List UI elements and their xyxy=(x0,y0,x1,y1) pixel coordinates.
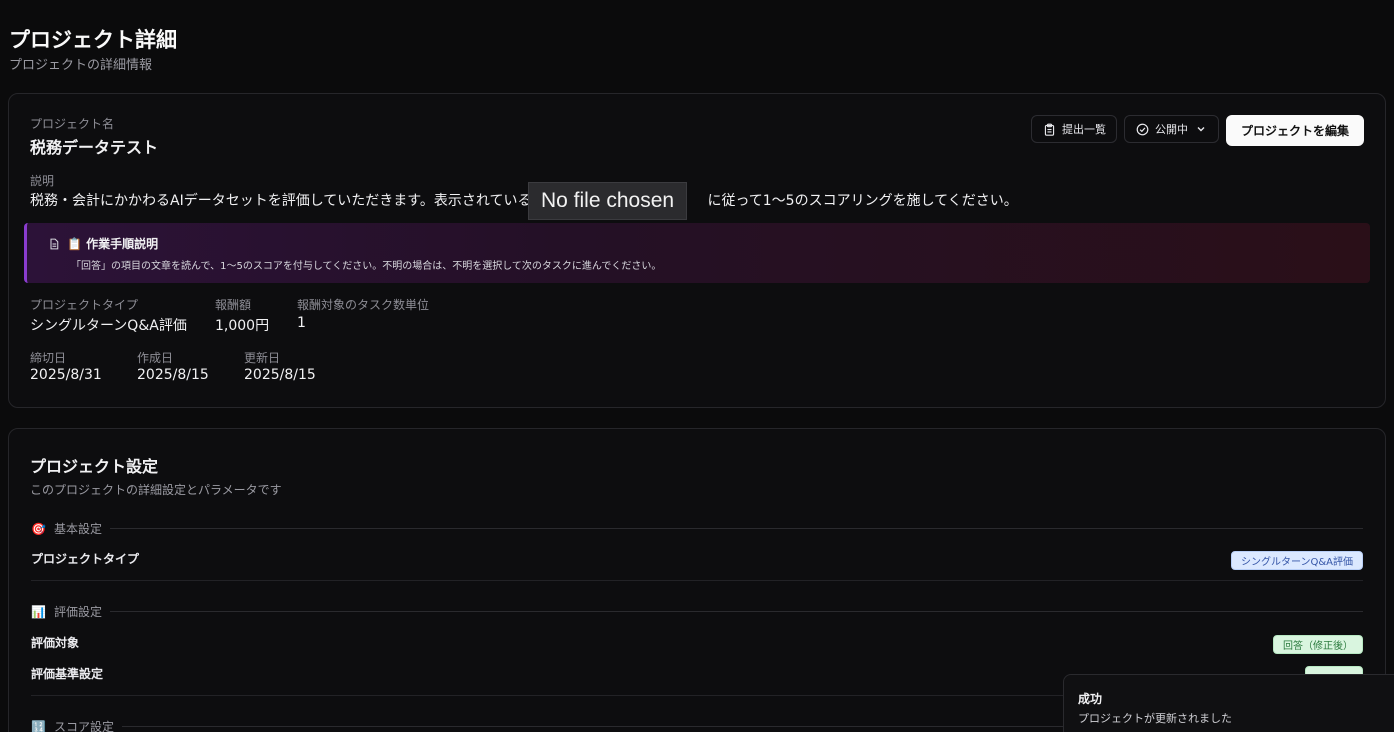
description-text: 税務・会計にかかわるAIデータセットを評価していただきます。表示されている に従っ… xyxy=(30,190,1018,210)
numbers-icon: 🔢 xyxy=(31,719,46,732)
updated-value: 2025/8/15 xyxy=(244,367,316,383)
project-detail-card: プロジェクト名 税務データテスト 提出一覧 公開中 プロジェクトを編集 説明 税… xyxy=(8,93,1386,408)
project-type-label: プロジェクトタイプ xyxy=(30,298,139,312)
deadline-label: 締切日 xyxy=(30,351,67,365)
instructions-body: 「回答」の項目の文章を読んで、1〜5のスコアを付与してください。不明の場合は、不… xyxy=(71,261,662,272)
evaluation-target-badge: 回答（修正後） xyxy=(1273,635,1363,654)
instructions-title-text: 📋 作業手順説明 xyxy=(67,237,159,251)
section-divider xyxy=(109,611,1363,612)
check-circle-icon xyxy=(1135,122,1149,136)
basic-project-type-label: プロジェクトタイプ xyxy=(31,552,140,566)
description-after: に従って1〜5のスコアリングを施してください。 xyxy=(707,193,1018,209)
clipboard-icon xyxy=(1042,122,1056,136)
created-label: 作成日 xyxy=(137,351,174,365)
project-type-value: シングルターンQ&A評価 xyxy=(30,318,187,334)
evaluation-target-label: 評価対象 xyxy=(31,636,80,650)
project-type-badge: シングルターンQ&A評価 xyxy=(1230,551,1363,570)
submissions-label: 提出一覧 xyxy=(1062,123,1106,136)
page: プロジェクト詳細 プロジェクトの詳細情報 プロジェクト名 税務データテスト 提出… xyxy=(0,0,1394,732)
created-value: 2025/8/15 xyxy=(137,367,209,383)
project-name: 税務データテスト xyxy=(30,138,159,157)
basic-settings-heading: 🎯 基本設定 xyxy=(31,520,1363,537)
success-toast[interactable]: 成功 プロジェクトが更新されました xyxy=(1063,674,1394,732)
deadline-value: 2025/8/31 xyxy=(30,367,102,383)
project-name-label: プロジェクト名 xyxy=(30,117,115,131)
toast-description: プロジェクトが更新されました xyxy=(1078,712,1232,725)
status-dropdown[interactable]: 公開中 xyxy=(1124,115,1219,143)
section-divider xyxy=(109,528,1363,529)
edit-project-button[interactable]: プロジェクトを編集 xyxy=(1225,115,1364,146)
chart-icon: 📊 xyxy=(31,604,46,619)
updated-label: 更新日 xyxy=(244,351,281,365)
settings-title: プロジェクト設定 xyxy=(30,457,159,476)
reward-unit-label: 報酬対象のタスク数単位 xyxy=(297,298,430,312)
reward-label: 報酬額 xyxy=(215,298,252,312)
status-label: 公開中 xyxy=(1155,123,1188,136)
target-icon: 🎯 xyxy=(31,521,46,536)
document-icon xyxy=(47,237,61,251)
description-before: 税務・会計にかかわるAIデータセットを評価していただきます。表示されている xyxy=(30,193,532,209)
instructions-box: 📋 作業手順説明 「回答」の項目の文章を読んで、1〜5のスコアを付与してください… xyxy=(24,223,1370,283)
reward-unit-value: 1 xyxy=(297,315,306,331)
evaluation-settings-heading: 📊 評価設定 xyxy=(31,603,1363,620)
score-settings-label: スコア設定 xyxy=(53,720,114,732)
instructions-title: 📋 作業手順説明 xyxy=(47,235,158,252)
evaluation-settings-label: 評価設定 xyxy=(53,605,102,619)
toast-title: 成功 xyxy=(1078,692,1103,706)
chevron-down-icon xyxy=(1194,122,1208,136)
file-input-tooltip: No file chosen xyxy=(528,182,688,220)
basic-settings-label: 基本設定 xyxy=(53,522,102,536)
row-divider xyxy=(31,580,1363,581)
settings-subtitle: このプロジェクトの詳細設定とパラメータです xyxy=(30,483,282,497)
page-subtitle: プロジェクトの詳細情報 xyxy=(9,58,153,73)
page-title: プロジェクト詳細 xyxy=(9,28,177,52)
description-label: 説明 xyxy=(30,174,55,188)
submissions-button[interactable]: 提出一覧 xyxy=(1031,115,1117,143)
evaluation-criteria-label: 評価基準設定 xyxy=(31,667,104,681)
reward-value: 1,000円 xyxy=(215,318,270,334)
